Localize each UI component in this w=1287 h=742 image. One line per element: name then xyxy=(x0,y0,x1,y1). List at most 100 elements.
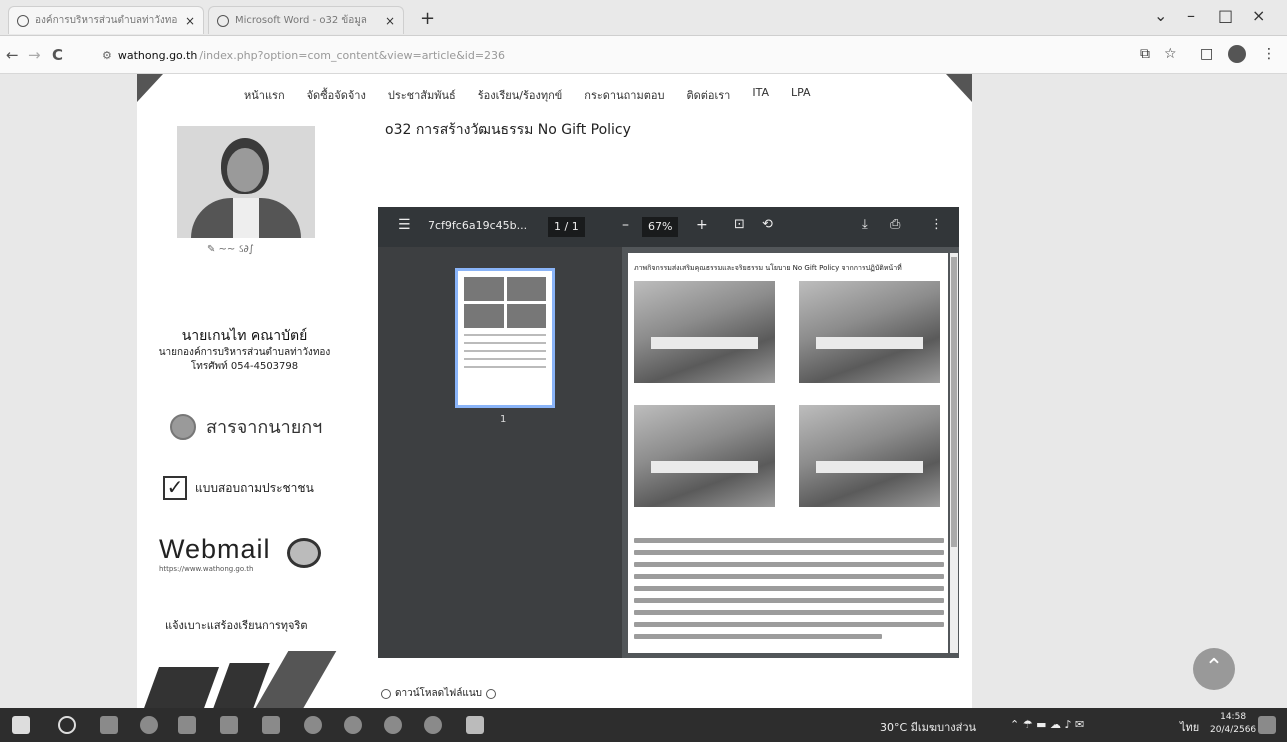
url-path: /index.php?option=com_content&view=artic… xyxy=(199,48,506,62)
system-tray-icons[interactable]: ⌃ ☂ ▬ ☁ ♪ ✉ xyxy=(1010,718,1084,731)
site-nav: หน้าแรก จัดซื้อจัดจ้าง ประชาสัมพันธ์ ร้อ… xyxy=(244,86,811,104)
tab-title: องค์การบริหารส่วนตำบลท่าวังทอง xyxy=(35,15,177,26)
app-icon[interactable] xyxy=(344,716,362,734)
download-icon[interactable]: ⤓ xyxy=(862,217,868,232)
decor-corner-left xyxy=(137,74,163,102)
clock-date: 20/4/2566 xyxy=(1210,725,1257,735)
file-explorer-icon[interactable] xyxy=(178,716,196,734)
zoom-in-button[interactable]: + xyxy=(696,217,708,233)
rotate-icon[interactable]: ⟲ xyxy=(762,217,773,232)
checkbox-icon: ✓ xyxy=(163,476,187,500)
page-number-box[interactable]: 1 / 1 xyxy=(548,217,585,237)
download-label: ดาวน์โหลดไฟล์แนบ xyxy=(395,688,483,699)
menu-icon[interactable]: ☰ xyxy=(398,217,411,233)
globe-icon xyxy=(17,14,29,27)
clock[interactable]: 14:58 20/4/2566 xyxy=(1210,711,1256,737)
mayor-phone: โทรศัพท์ 054-4503798 xyxy=(190,361,299,372)
task-view-icon[interactable] xyxy=(100,716,118,734)
nav-contact[interactable]: ติดต่อเรา xyxy=(686,86,730,104)
word-icon[interactable] xyxy=(466,716,484,734)
mayor-role: นายกองค์การบริหารส่วนตำบลท่าวังทอง xyxy=(158,347,331,358)
nav-home[interactable]: หน้าแรก xyxy=(244,86,285,104)
pdf-toolbar: ☰ 7cf9fc6a19c45b... 1 / 1 – 67% + ⊡ ⟲ ⤓ … xyxy=(378,207,959,247)
web-page: หน้าแรก จัดซื้อจัดจ้าง ประชาสัมพันธ์ ร้อ… xyxy=(0,74,1287,711)
nav-procurement[interactable]: จัดซื้อจัดจ้าง xyxy=(307,86,366,104)
fit-page-icon[interactable]: ⊡ xyxy=(734,217,745,232)
mayor-name: นายเกนไท คณาบัตย์ xyxy=(181,328,308,344)
download-attachment-link[interactable]: ดาวน์โหลดไฟล์แนบ xyxy=(381,686,497,701)
browser-tab-2[interactable]: Microsoft Word - o32 ข้อมูล × xyxy=(208,6,404,34)
browser-tab-1[interactable]: องค์การบริหารส่วนตำบลท่าวังทอง × xyxy=(8,6,204,34)
webmail-link[interactable]: Webmail https://www.wathong.go.th xyxy=(159,534,321,584)
page-separator: / xyxy=(564,220,569,233)
message-icon xyxy=(170,413,196,440)
corruption-report-link[interactable]: แจ้งเบาะแสร้องเรียนการทุจริต xyxy=(165,616,308,634)
forward-button[interactable]: → xyxy=(28,46,41,64)
address-bar-row: ← → C ⚙ wathong.go.th /index.php?option=… xyxy=(0,36,1287,74)
cast-icon[interactable]: ⧉ xyxy=(1140,46,1150,62)
activity-photo xyxy=(799,281,940,383)
clock-time: 14:58 xyxy=(1220,712,1247,722)
tab-strip: องค์การบริหารส่วนตำบลท่าวังทอง × Microso… xyxy=(0,0,1287,36)
activity-photo xyxy=(634,405,775,507)
sidebar-icon[interactable]: □ xyxy=(1200,46,1213,62)
print-icon[interactable]: ⎙ xyxy=(890,217,900,232)
app-icon[interactable] xyxy=(304,716,322,734)
star-icon[interactable]: ☆ xyxy=(1164,46,1177,62)
thumbnail-label: 1 xyxy=(500,414,507,425)
edge-icon[interactable] xyxy=(140,716,158,734)
survey-link[interactable]: ✓ แบบสอบถามประชาชน xyxy=(163,476,314,500)
tab-title: Microsoft Word - o32 ข้อมูล xyxy=(235,15,367,26)
close-window-button[interactable]: × xyxy=(1252,6,1265,25)
windows-start-icon[interactable] xyxy=(12,716,30,734)
signature-image: ✎ ~~ ઽ∂∫ xyxy=(207,244,254,255)
zoom-out-button[interactable]: – xyxy=(622,217,629,233)
line-icon[interactable] xyxy=(424,716,442,734)
globe-icon xyxy=(217,14,229,27)
more-options-icon[interactable]: ⋮ xyxy=(930,217,943,232)
webmail-url: https://www.wathong.go.th xyxy=(159,565,254,573)
page-thumbnail[interactable] xyxy=(455,268,555,408)
input-language[interactable]: ไทย xyxy=(1180,718,1199,736)
mayor-photo xyxy=(177,126,315,238)
ita-logo[interactable] xyxy=(142,649,337,711)
thumbnail-panel: 1 xyxy=(378,247,622,658)
back-button[interactable]: ← xyxy=(6,46,19,64)
restore-button[interactable]: □ xyxy=(1218,6,1233,25)
site-info-icon[interactable]: ⚙ xyxy=(102,49,112,62)
chrome-icon[interactable] xyxy=(384,716,402,734)
pdf-scrollbar[interactable] xyxy=(950,253,958,653)
weather-widget[interactable]: 30°C มีเมฆบางส่วน xyxy=(880,718,976,736)
mayor-message-link[interactable]: สารจากนายกฯ xyxy=(170,412,322,441)
photos-icon[interactable] xyxy=(262,716,280,734)
page-content: หน้าแรก จัดซื้อจัดจ้าง ประชาสัมพันธ์ ร้อ… xyxy=(137,74,972,711)
nav-complaints[interactable]: ร้องเรียน/ร้องทุกข์ xyxy=(478,86,563,104)
menu-icon[interactable]: ⋮ xyxy=(1262,46,1276,62)
reload-button[interactable]: C xyxy=(52,46,63,64)
store-icon[interactable] xyxy=(220,716,238,734)
nav-news[interactable]: ประชาสัมพันธ์ xyxy=(388,86,456,104)
profile-icon[interactable] xyxy=(1228,45,1246,63)
nav-qa[interactable]: กระดานถามตอบ xyxy=(584,86,664,104)
webmail-icon xyxy=(287,538,321,568)
survey-label: แบบสอบถามประชาชน xyxy=(195,480,314,495)
taskbar: 30°C มีเมฆบางส่วน ⌃ ☂ ▬ ☁ ♪ ✉ ไทย 14:58 … xyxy=(0,708,1287,742)
new-tab-button[interactable]: + xyxy=(420,8,435,29)
notification-icon[interactable] xyxy=(1258,716,1276,734)
close-tab-icon[interactable]: × xyxy=(185,14,195,28)
activity-photos xyxy=(634,281,940,507)
pdf-viewer: ☰ 7cf9fc6a19c45b... 1 / 1 – 67% + ⊡ ⟲ ⤓ … xyxy=(378,207,959,658)
mayor-message-label: สารจากนายกฯ xyxy=(206,417,323,438)
back-to-top-button[interactable]: ⌃ xyxy=(1193,648,1235,690)
screen: องค์การบริหารส่วนตำบลท่าวังทอง × Microso… xyxy=(0,0,1287,742)
minimize-button[interactable]: – xyxy=(1187,6,1195,25)
search-icon[interactable] xyxy=(58,716,76,734)
chevron-down-icon[interactable]: ⌄ xyxy=(1154,6,1167,25)
zoom-level[interactable]: 67% xyxy=(642,217,679,237)
nav-ita[interactable]: ITA xyxy=(752,86,769,104)
url-field[interactable]: ⚙ wathong.go.th /index.php?option=com_co… xyxy=(102,44,1082,66)
nav-lpa[interactable]: LPA xyxy=(791,86,811,104)
close-tab-icon[interactable]: × xyxy=(385,14,395,28)
download-icon xyxy=(486,688,497,699)
pdf-filename: 7cf9fc6a19c45b... xyxy=(428,219,528,232)
